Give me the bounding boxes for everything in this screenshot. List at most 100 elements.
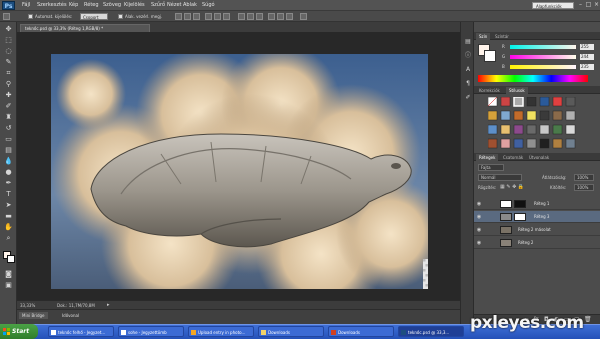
blue-value-field[interactable]: 235 bbox=[580, 64, 594, 70]
color-spectrum-bar[interactable] bbox=[478, 75, 588, 82]
menu-type[interactable]: Szöveg bbox=[103, 2, 121, 8]
minimize-icon[interactable]: – bbox=[577, 1, 584, 8]
menu-layer[interactable]: Réteg bbox=[84, 2, 99, 8]
eyedropper-tool-icon[interactable]: ⚲ bbox=[4, 80, 13, 89]
layer-row[interactable]: ◉ Réteg 2 másolat bbox=[474, 224, 600, 236]
red-value-field[interactable]: 255 bbox=[580, 44, 594, 50]
dodge-tool-icon[interactable]: ● bbox=[4, 168, 13, 177]
visibility-eye-icon[interactable]: ◉ bbox=[476, 227, 482, 233]
status-menu-arrow-icon[interactable]: ▸ bbox=[107, 302, 110, 308]
layer-row[interactable]: ◉ Réteg 3 bbox=[474, 211, 600, 223]
align-middle-icon[interactable] bbox=[184, 13, 191, 20]
brush-tool-icon[interactable]: ✐ bbox=[4, 102, 13, 111]
align-left-icon[interactable] bbox=[205, 13, 212, 20]
menu-select[interactable]: Kijelölés bbox=[124, 2, 145, 8]
move-tool-icon[interactable]: ✥ bbox=[4, 25, 13, 34]
show-transform-checkbox[interactable] bbox=[118, 14, 123, 19]
tab-color[interactable]: Szín bbox=[476, 33, 491, 40]
auto-align-icon[interactable] bbox=[300, 13, 307, 20]
fill-field[interactable]: 100% bbox=[574, 184, 594, 191]
tab-channels[interactable]: Csatornák bbox=[500, 154, 526, 161]
taskbar-item[interactable]: sohe - Jegyzettömb bbox=[118, 326, 184, 337]
menu-file[interactable]: Fájl bbox=[22, 2, 30, 8]
zoom-tool-icon[interactable]: ⌕ bbox=[4, 234, 13, 243]
properties-panel-icon[interactable]: ⓘ bbox=[464, 52, 472, 60]
lasso-tool-icon[interactable]: ◌ bbox=[4, 47, 13, 56]
zoom-level[interactable]: 33,33% bbox=[20, 303, 35, 308]
paragraph-panel-icon[interactable]: ¶ bbox=[464, 80, 472, 88]
healing-tool-icon[interactable]: ✚ bbox=[4, 91, 13, 100]
taskbar-item[interactable]: teknőc.psd @ 33,3... bbox=[398, 326, 464, 337]
tab-styles[interactable]: Stílusok bbox=[506, 87, 528, 94]
tab-timeline[interactable]: Idővonal bbox=[59, 312, 82, 319]
document-size-info[interactable]: Dok.: 11,7M/70,8M bbox=[57, 303, 95, 308]
style-swatches[interactable] bbox=[487, 96, 588, 153]
layer-mask-thumbnail[interactable] bbox=[514, 213, 526, 221]
path-select-tool-icon[interactable]: ➤ bbox=[4, 201, 13, 210]
history-panel-icon[interactable]: ▤ bbox=[464, 38, 472, 46]
green-channel-slider[interactable]: G 244 bbox=[502, 54, 598, 60]
quick-select-tool-icon[interactable]: ✎ bbox=[4, 58, 13, 67]
blue-channel-slider[interactable]: B 235 bbox=[502, 64, 598, 70]
screen-mode-icon[interactable]: ▣ bbox=[4, 281, 13, 290]
menu-filter[interactable]: Szűrő bbox=[151, 2, 165, 8]
type-tool-icon[interactable]: T bbox=[4, 190, 13, 199]
distribute-icon[interactable] bbox=[238, 13, 245, 20]
align-center-icon[interactable] bbox=[214, 13, 221, 20]
menu-view[interactable]: Nézet bbox=[167, 2, 181, 8]
menu-edit[interactable]: Szerkesztés bbox=[37, 2, 67, 8]
close-icon[interactable]: × bbox=[593, 1, 600, 8]
tab-swatches[interactable]: Színtár bbox=[492, 33, 512, 40]
blur-tool-icon[interactable]: 💧 bbox=[4, 157, 13, 166]
crop-tool-icon[interactable]: ⌗ bbox=[4, 69, 13, 78]
auto-select-checkbox[interactable] bbox=[28, 14, 33, 19]
align-right-icon[interactable] bbox=[223, 13, 230, 20]
visibility-eye-icon[interactable]: ◉ bbox=[476, 240, 482, 246]
menu-window[interactable]: Ablak bbox=[183, 2, 197, 8]
image-canvas[interactable] bbox=[51, 54, 428, 289]
distribute-left-icon[interactable] bbox=[268, 13, 275, 20]
red-channel-slider[interactable]: R 255 bbox=[502, 44, 598, 50]
marquee-tool-icon[interactable]: ⬚ bbox=[4, 36, 13, 45]
layer-mask-thumbnail[interactable] bbox=[514, 200, 526, 208]
layer-row[interactable]: ◉ Réteg 1 bbox=[474, 198, 600, 210]
tab-layers[interactable]: Rétegek bbox=[476, 154, 499, 161]
align-bottom-icon[interactable] bbox=[193, 13, 200, 20]
taskbar-item[interactable]: Downloads bbox=[328, 326, 394, 337]
distribute-right-icon[interactable] bbox=[286, 13, 293, 20]
taskbar-item[interactable]: Upload entry in photo... bbox=[188, 326, 254, 337]
visibility-eye-icon[interactable]: ◉ bbox=[476, 214, 482, 220]
workspace-select[interactable]: Alapfunkciók bbox=[532, 2, 574, 9]
move-tool-preset-icon[interactable] bbox=[3, 13, 10, 20]
history-brush-tool-icon[interactable]: ↺ bbox=[4, 124, 13, 133]
auto-select-target-select[interactable]: Csoport bbox=[80, 13, 108, 20]
character-panel-icon[interactable]: A bbox=[464, 66, 472, 74]
align-top-icon[interactable] bbox=[175, 13, 182, 20]
gradient-tool-icon[interactable]: ▤ bbox=[4, 146, 13, 155]
lock-icons[interactable]: ▦ ✎ ✥ 🔒 bbox=[500, 184, 524, 190]
pen-tool-icon[interactable]: ✒ bbox=[4, 179, 13, 188]
clone-stamp-tool-icon[interactable]: ♜ bbox=[4, 113, 13, 122]
layer-row[interactable]: ◉ Réteg 2 bbox=[474, 237, 600, 249]
quick-mask-icon[interactable]: ◙ bbox=[4, 270, 13, 279]
menu-help[interactable]: Súgó bbox=[202, 2, 215, 8]
background-color-swatch[interactable] bbox=[7, 255, 15, 263]
layer-filter-kind-select[interactable]: Fajta bbox=[478, 164, 504, 171]
eraser-tool-icon[interactable]: ▭ bbox=[4, 135, 13, 144]
green-value-field[interactable]: 244 bbox=[580, 54, 594, 60]
blend-mode-select[interactable]: Normál bbox=[478, 174, 522, 181]
tab-paths[interactable]: Útvonalak bbox=[526, 154, 552, 161]
maximize-icon[interactable]: □ bbox=[585, 1, 592, 8]
distribute-hcenter-icon[interactable] bbox=[277, 13, 284, 20]
color-background-swatch[interactable] bbox=[484, 50, 496, 62]
taskbar-item[interactable]: teknőc felhő - Jegyzet... bbox=[48, 326, 114, 337]
taskbar-item[interactable]: Downloads bbox=[258, 326, 324, 337]
distribute-center-icon[interactable] bbox=[247, 13, 254, 20]
shape-tool-icon[interactable]: ▬ bbox=[4, 212, 13, 221]
distribute-bottom-icon[interactable] bbox=[256, 13, 263, 20]
tab-adjustments[interactable]: Korrekciók bbox=[476, 87, 503, 94]
tab-mini-bridge[interactable]: Mini Bridge bbox=[19, 312, 48, 319]
hand-tool-icon[interactable]: ✋ bbox=[4, 223, 13, 232]
document-tab[interactable]: teknőc.psd @ 33,3% (Réteg 1,RGB/8) * bbox=[20, 24, 150, 32]
delete-layer-icon[interactable]: 🗑 bbox=[584, 316, 592, 323]
